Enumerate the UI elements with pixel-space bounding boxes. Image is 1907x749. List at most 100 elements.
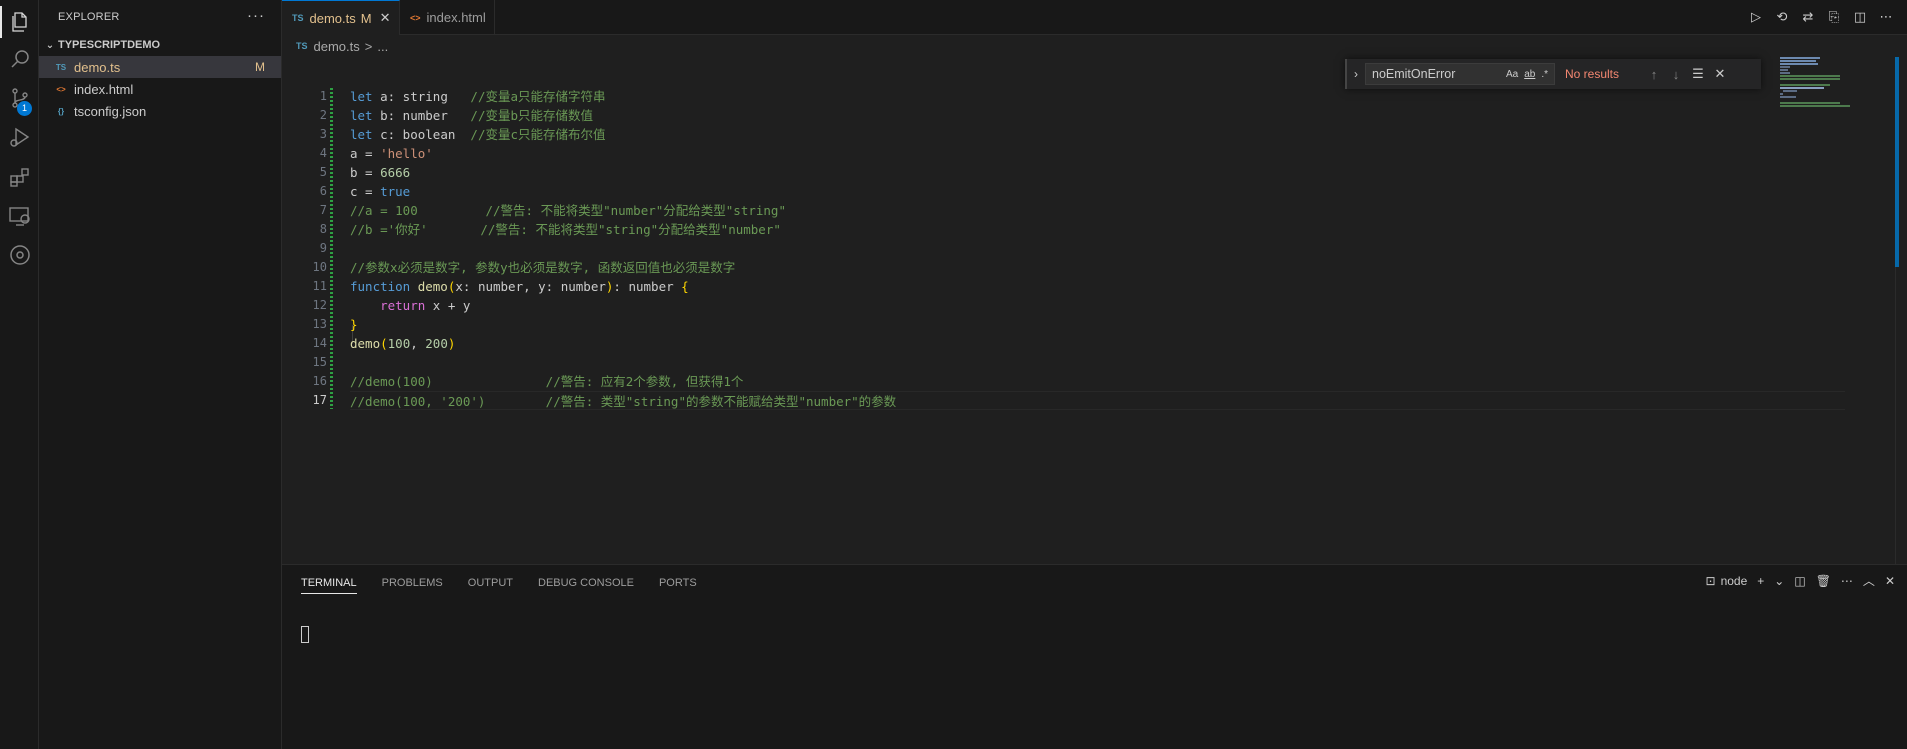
run-icon[interactable]: ▷ — [1747, 7, 1765, 27]
tab-debug-console[interactable]: DEBUG CONSOLE — [538, 565, 634, 600]
code-line[interactable]: let b: number //变量b只能存储数值 — [350, 106, 1845, 125]
code-line[interactable]: function demo(x: number, y: number): num… — [350, 277, 1845, 296]
toggle-replace-icon[interactable]: › — [1347, 67, 1365, 81]
maximize-panel-icon[interactable]: ︿ — [1863, 572, 1875, 589]
code-token: a: string — [380, 89, 471, 104]
match-case-toggle[interactable]: Aa — [1506, 69, 1518, 80]
code-line[interactable]: //参数x必须是数字, 参数y也必须是数字, 函数返回值也必须是数字 — [350, 258, 1845, 277]
code-token: return — [380, 298, 426, 313]
whole-word-toggle[interactable]: ab — [1524, 69, 1535, 80]
vertical-scrollbar[interactable] — [1895, 57, 1899, 267]
code-token: 'hello' — [380, 146, 433, 161]
compare-changes-icon[interactable]: ⇄ — [1799, 7, 1817, 27]
arrow-up-icon[interactable]: ↑ — [1643, 67, 1665, 82]
more-actions-icon[interactable]: ⋯ — [1841, 574, 1853, 588]
panel-tabs: TERMINAL PROBLEMS OUTPUT DEBUG CONSOLE P… — [301, 565, 697, 600]
file-item-index-html[interactable]: <> index.html — [39, 78, 281, 100]
arrow-down-icon[interactable]: ↓ — [1665, 67, 1687, 82]
tab-output[interactable]: OUTPUT — [468, 565, 513, 600]
close-icon[interactable]: ✕ — [1885, 574, 1895, 588]
code-editor[interactable]: 1 2 3 4 5 6 7 8 9 10 11 12 13 14 15 16 17 let a: string … — [282, 57, 1907, 564]
close-icon[interactable]: ✕ — [1709, 66, 1731, 82]
code-line[interactable]: //b ='你好' //警告: 不能将类型"string"分配给类型"numbe… — [350, 220, 1845, 239]
html-file-icon: <> — [56, 84, 66, 94]
file-item-tsconfig-json[interactable]: {} tsconfig.json — [39, 100, 281, 122]
regex-toggle[interactable]: .* — [1541, 69, 1548, 80]
typescript-file-icon: TS — [296, 41, 308, 51]
code-line[interactable]: a = 'hello' — [350, 144, 1845, 163]
chevron-down-icon[interactable]: ⌄ — [1774, 574, 1784, 588]
code-line[interactable]: //demo(100, '200') //警告: 类型"string"的参数不能… — [350, 391, 1845, 410]
breadcrumb-file[interactable]: demo.ts — [314, 39, 360, 54]
code-line[interactable]: } — [350, 315, 1845, 334]
split-terminal-icon[interactable]: ◫ — [1794, 574, 1805, 588]
source-control-icon[interactable]: 1 — [0, 76, 39, 120]
workspace-section-header[interactable]: ⌄ TYPESCRIPTDEMO — [39, 34, 281, 56]
code-token: c = — [350, 184, 381, 199]
git-status-badge: M — [255, 60, 265, 74]
code-token: //变量a只能存储字符串 — [470, 89, 606, 104]
tab-index-html[interactable]: <> index.html — [400, 0, 495, 35]
run-debug-icon[interactable] — [0, 115, 39, 159]
line-number: 11 — [312, 279, 327, 293]
tab-terminal[interactable]: TERMINAL — [301, 565, 357, 600]
code-line[interactable]: //demo(100) //警告: 应有2个参数, 但获得1个 — [350, 372, 1845, 391]
code-token: } — [350, 317, 358, 332]
code-line[interactable]: let c: boolean //变量c只能存储布尔值 — [350, 125, 1845, 144]
breadcrumb-symbol[interactable]: ... — [377, 39, 388, 54]
trash-icon[interactable]: 🗑 — [1816, 574, 1831, 588]
close-icon[interactable]: ✕ — [380, 10, 391, 26]
search-icon[interactable] — [0, 37, 39, 81]
tab-ports[interactable]: PORTS — [659, 565, 697, 600]
more-actions-icon[interactable]: ⋯ — [1877, 7, 1895, 27]
terminal-selector[interactable]: ⊡ node — [1706, 574, 1748, 588]
tab-demo-ts[interactable]: TS demo.ts M ✕ — [282, 0, 400, 35]
code-lines[interactable]: let a: string //变量a只能存储字符串 let b: number … — [350, 87, 1845, 410]
line-number: 14 — [312, 336, 327, 350]
code-token: b: number — [380, 108, 471, 123]
code-line[interactable]: //a = 100 //警告: 不能将类型"number"分配给类型"strin… — [350, 201, 1845, 220]
find-in-selection-icon[interactable]: ☰ — [1687, 66, 1709, 82]
code-token: ) — [447, 336, 456, 351]
typescript-file-icon: TS — [55, 62, 67, 72]
split-editor-icon[interactable]: ◫ — [1851, 7, 1869, 27]
code-line[interactable]: b = 6666 — [350, 163, 1845, 182]
code-token: //demo(100) //警告: 应有2个参数, 但获得1个 — [350, 374, 744, 389]
line-number: 2 — [319, 108, 327, 122]
extensions-icon[interactable] — [0, 155, 39, 199]
code-line[interactable]: let a: string //变量a只能存储字符串 — [350, 87, 1845, 106]
code-line[interactable]: c = true — [350, 182, 1845, 201]
code-token: 6666 — [380, 165, 411, 180]
tab-problems[interactable]: PROBLEMS — [382, 565, 443, 600]
find-query: noEmitOnError — [1372, 67, 1456, 81]
file-item-demo-ts[interactable]: TS demo.ts M — [39, 56, 281, 78]
find-input[interactable]: noEmitOnError Aa ab .* — [1365, 63, 1555, 85]
code-token: 200 — [425, 336, 448, 351]
breadcrumb-separator: > — [364, 38, 373, 54]
find-result-count: No results — [1565, 67, 1620, 81]
git-added-decoration — [330, 88, 333, 409]
code-token: //参数x必须是数字, 参数y也必须是数字, 函数返回值也必须是数字 — [350, 260, 736, 275]
code-line[interactable]: return x + y — [350, 296, 1845, 315]
line-number: 8 — [319, 222, 327, 236]
line-number: 3 — [319, 127, 327, 141]
line-number: 10 — [312, 260, 327, 274]
code-token: //变量b只能存储数值 — [470, 108, 593, 123]
open-changes-icon[interactable]: ⎘ — [1825, 7, 1843, 27]
gitlens-icon[interactable] — [0, 233, 39, 277]
new-terminal-icon[interactable]: + — [1757, 574, 1764, 588]
file-name: index.html — [74, 81, 134, 97]
line-number: 9 — [319, 241, 327, 255]
more-actions-icon[interactable]: ··· — [247, 7, 265, 24]
line-number-gutter: 1 2 3 4 5 6 7 8 9 10 11 12 13 14 15 16 17 — [282, 87, 327, 410]
line-number: 7 — [319, 203, 327, 217]
code-token: //b ='你好' //警告: 不能将类型"string"分配给类型"numbe… — [350, 222, 781, 237]
timeline-icon[interactable]: ⟲ — [1773, 7, 1791, 27]
sidebar-title: EXPLORER — [58, 10, 120, 23]
remote-explorer-icon[interactable] — [0, 194, 39, 238]
code-line[interactable] — [350, 239, 1845, 258]
code-line[interactable]: demo(100, 200) — [350, 334, 1845, 353]
minimap[interactable] — [1780, 57, 1860, 117]
code-line[interactable] — [350, 353, 1845, 372]
